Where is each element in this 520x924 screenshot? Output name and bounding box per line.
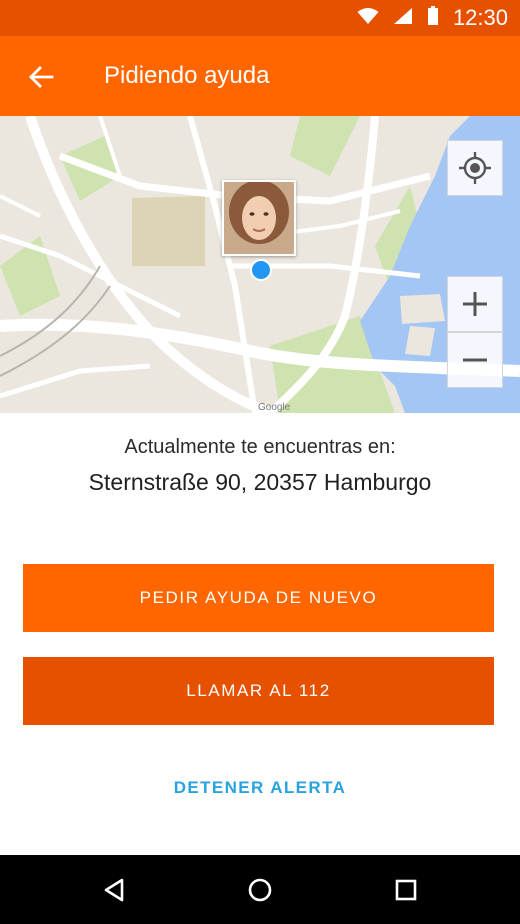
map-attribution: Google: [258, 402, 291, 413]
recents-square-icon: [395, 879, 417, 901]
current-address: Sternstraße 90, 20357 Hamburgo: [88, 469, 432, 495]
ask-help-again-button[interactable]: PEDIR AYUDA DE NUEVO: [23, 564, 494, 632]
navigation-bar: [0, 855, 520, 924]
home-circle-icon: [248, 878, 272, 902]
status-icons: 12:30: [357, 0, 508, 36]
back-button[interactable]: [24, 60, 58, 94]
status-bar: 12:30: [0, 0, 520, 36]
arrow-back-icon: [29, 66, 54, 88]
app-bar: Pidiendo ayuda: [0, 36, 520, 116]
zoom-in-button[interactable]: [447, 276, 503, 332]
user-avatar: [222, 180, 296, 256]
back-triangle-icon: [104, 878, 124, 902]
nav-back-button[interactable]: [96, 872, 132, 908]
signal-icon: [393, 7, 413, 30]
call-112-button[interactable]: LLAMAR AL 112: [23, 657, 494, 725]
zoom-out-button[interactable]: [447, 332, 503, 388]
location-pin: [250, 259, 272, 281]
location-label: Actualmente te encuentras en:: [124, 436, 396, 458]
nav-home-button[interactable]: [242, 872, 278, 908]
zoom-out-icon: [463, 358, 487, 362]
my-location-icon: [459, 152, 491, 184]
my-location-button[interactable]: [447, 140, 503, 196]
wifi-icon: [357, 7, 379, 30]
status-time: 12:30: [452, 5, 508, 30]
zoom-in-icon: [463, 292, 487, 316]
map-view[interactable]: Google: [0, 116, 520, 413]
page-title: Pidiendo ayuda: [104, 62, 270, 89]
battery-icon: [427, 5, 439, 31]
nav-recents-button[interactable]: [388, 872, 424, 908]
stop-alert-button[interactable]: DETENER ALERTA: [0, 778, 520, 798]
